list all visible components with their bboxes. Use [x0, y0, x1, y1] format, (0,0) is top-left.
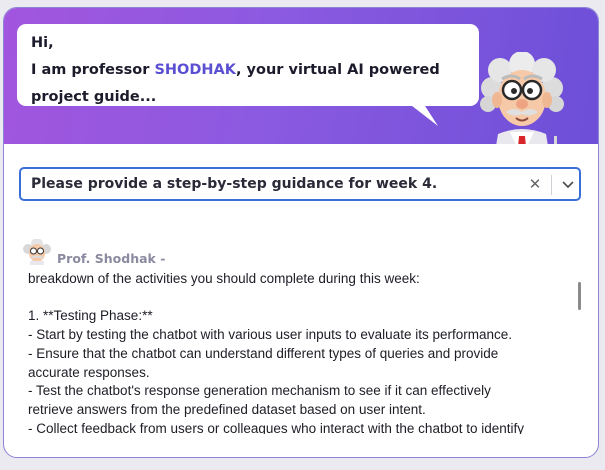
query-select-value: Please provide a step-by-step guidance f… [31, 176, 438, 192]
greeting-suffix: , your virtual AI powered [236, 62, 440, 78]
greeting-line-2: I am professor SHODHAK, your virtual AI … [31, 57, 465, 84]
chevron-down-icon[interactable] [558, 174, 578, 194]
greeting-line-1: Hi, [31, 35, 54, 51]
response-line: accurate responses. [28, 364, 150, 380]
bubble-tail-icon [394, 92, 438, 126]
response-line: breakdown of the activities you should c… [28, 271, 420, 286]
response-text: breakdown of the activities you should c… [28, 270, 576, 434]
query-select[interactable]: Please provide a step-by-step guidance f… [19, 167, 581, 201]
chat-widget: Hi, I am professor SHODHAK, your virtual… [3, 7, 599, 458]
response-line: - Test the chatbot's response generation… [28, 383, 491, 399]
response-line: - Ensure that the chatbot can understand… [28, 345, 499, 361]
response-line: 1. **Testing Phase:** [28, 308, 153, 324]
response-line [28, 289, 576, 308]
greeting-prefix: I am professor [31, 62, 155, 78]
response-scrollbar[interactable] [578, 282, 581, 310]
professor-avatar-icon [23, 239, 51, 265]
select-divider [551, 175, 552, 195]
response-line: - Collect feedback from users or colleag… [28, 420, 524, 434]
response-line: - Start by testing the chatbot with vari… [28, 327, 512, 343]
response-line: retrieve answers from the predefined dat… [28, 401, 426, 417]
header-banner: Hi, I am professor SHODHAK, your virtual… [4, 8, 598, 144]
professor-name: SHODHAK [154, 62, 236, 78]
professor-mascot-icon [480, 52, 564, 144]
response-author: Prof. Shodhak - [57, 251, 166, 266]
clear-icon[interactable]: ✕ [526, 175, 544, 193]
